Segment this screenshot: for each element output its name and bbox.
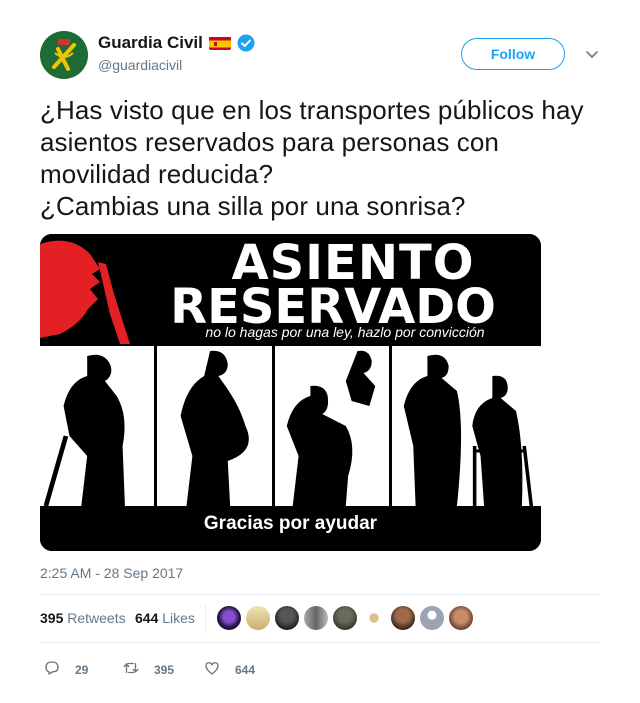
heart-icon [203,659,221,680]
like-button[interactable]: 644 [203,659,255,680]
stats-divider [205,605,206,633]
tweet-timestamp[interactable]: 2:25 AM - 28 Sep 2017 [40,565,600,581]
like-count: 644 [235,662,256,677]
liker-avatar[interactable] [246,606,270,630]
spain-flag-icon [208,36,231,50]
tweet: Guardia Civil @guardiacivil Follow ¿Has … [40,30,600,693]
user-names: Guardia Civil @guardiacivil [98,33,255,73]
retweets-count: 395 [40,610,64,626]
liker-avatar[interactable] [420,606,444,630]
media-footer-text: Gracias por ayudar [203,513,378,534]
liker-avatar[interactable] [217,606,241,630]
chevron-down-icon[interactable] [584,46,600,62]
tweet-media-image[interactable]: ASIENTO RESERVADO no lo hagas por una le… [40,234,541,551]
retweet-icon [122,659,140,680]
retweet-count: 395 [154,662,175,677]
avatar[interactable] [40,31,88,79]
retweet-button[interactable]: 395 [122,659,174,680]
liker-avatar[interactable] [304,606,328,630]
retweets-stat[interactable]: 395 Retweets [40,610,126,626]
tweet-text-line-2: ¿Cambias una silla por una sonrisa? [40,191,466,221]
tweet-header: Guardia Civil @guardiacivil Follow [40,30,600,82]
tweet-stats: 395 Retweets 644 Likes [40,594,600,643]
liker-avatar[interactable] [449,606,473,630]
display-name-row[interactable]: Guardia Civil [98,33,255,53]
user-handle[interactable]: @guardiacivil [98,57,255,73]
reply-icon [43,659,61,680]
tweet-actions: 29 395 644 [40,653,600,693]
liker-avatar[interactable] [333,606,357,630]
retweets-label: Retweets [67,610,126,626]
elderly-couple-silhouette-panel [392,346,541,506]
media-panels [40,346,541,506]
liker-avatars [217,606,473,630]
likes-label: Likes [162,610,195,626]
pregnant-silhouette-panel [157,346,272,506]
display-name[interactable]: Guardia Civil [98,33,203,53]
parent-child-silhouette-panel [274,346,390,506]
tweet-text-line-1: ¿Has visto que en los transportes públic… [40,95,584,189]
media-subtitle: no lo hagas por una ley, hazlo por convi… [205,324,485,340]
likes-stat[interactable]: 644 Likes [135,610,195,626]
verified-badge-icon [237,34,255,52]
reply-button[interactable]: 29 [43,659,88,680]
likes-count: 644 [135,610,159,626]
elderly-silhouette-panel [40,346,155,506]
tweet-text: ¿Has visto que en los transportes públic… [40,94,600,222]
follow-button[interactable]: Follow [461,38,565,70]
liker-avatar[interactable] [275,606,299,630]
reply-count: 29 [75,662,89,677]
liker-avatar[interactable] [362,606,386,630]
liker-avatar[interactable] [391,606,415,630]
